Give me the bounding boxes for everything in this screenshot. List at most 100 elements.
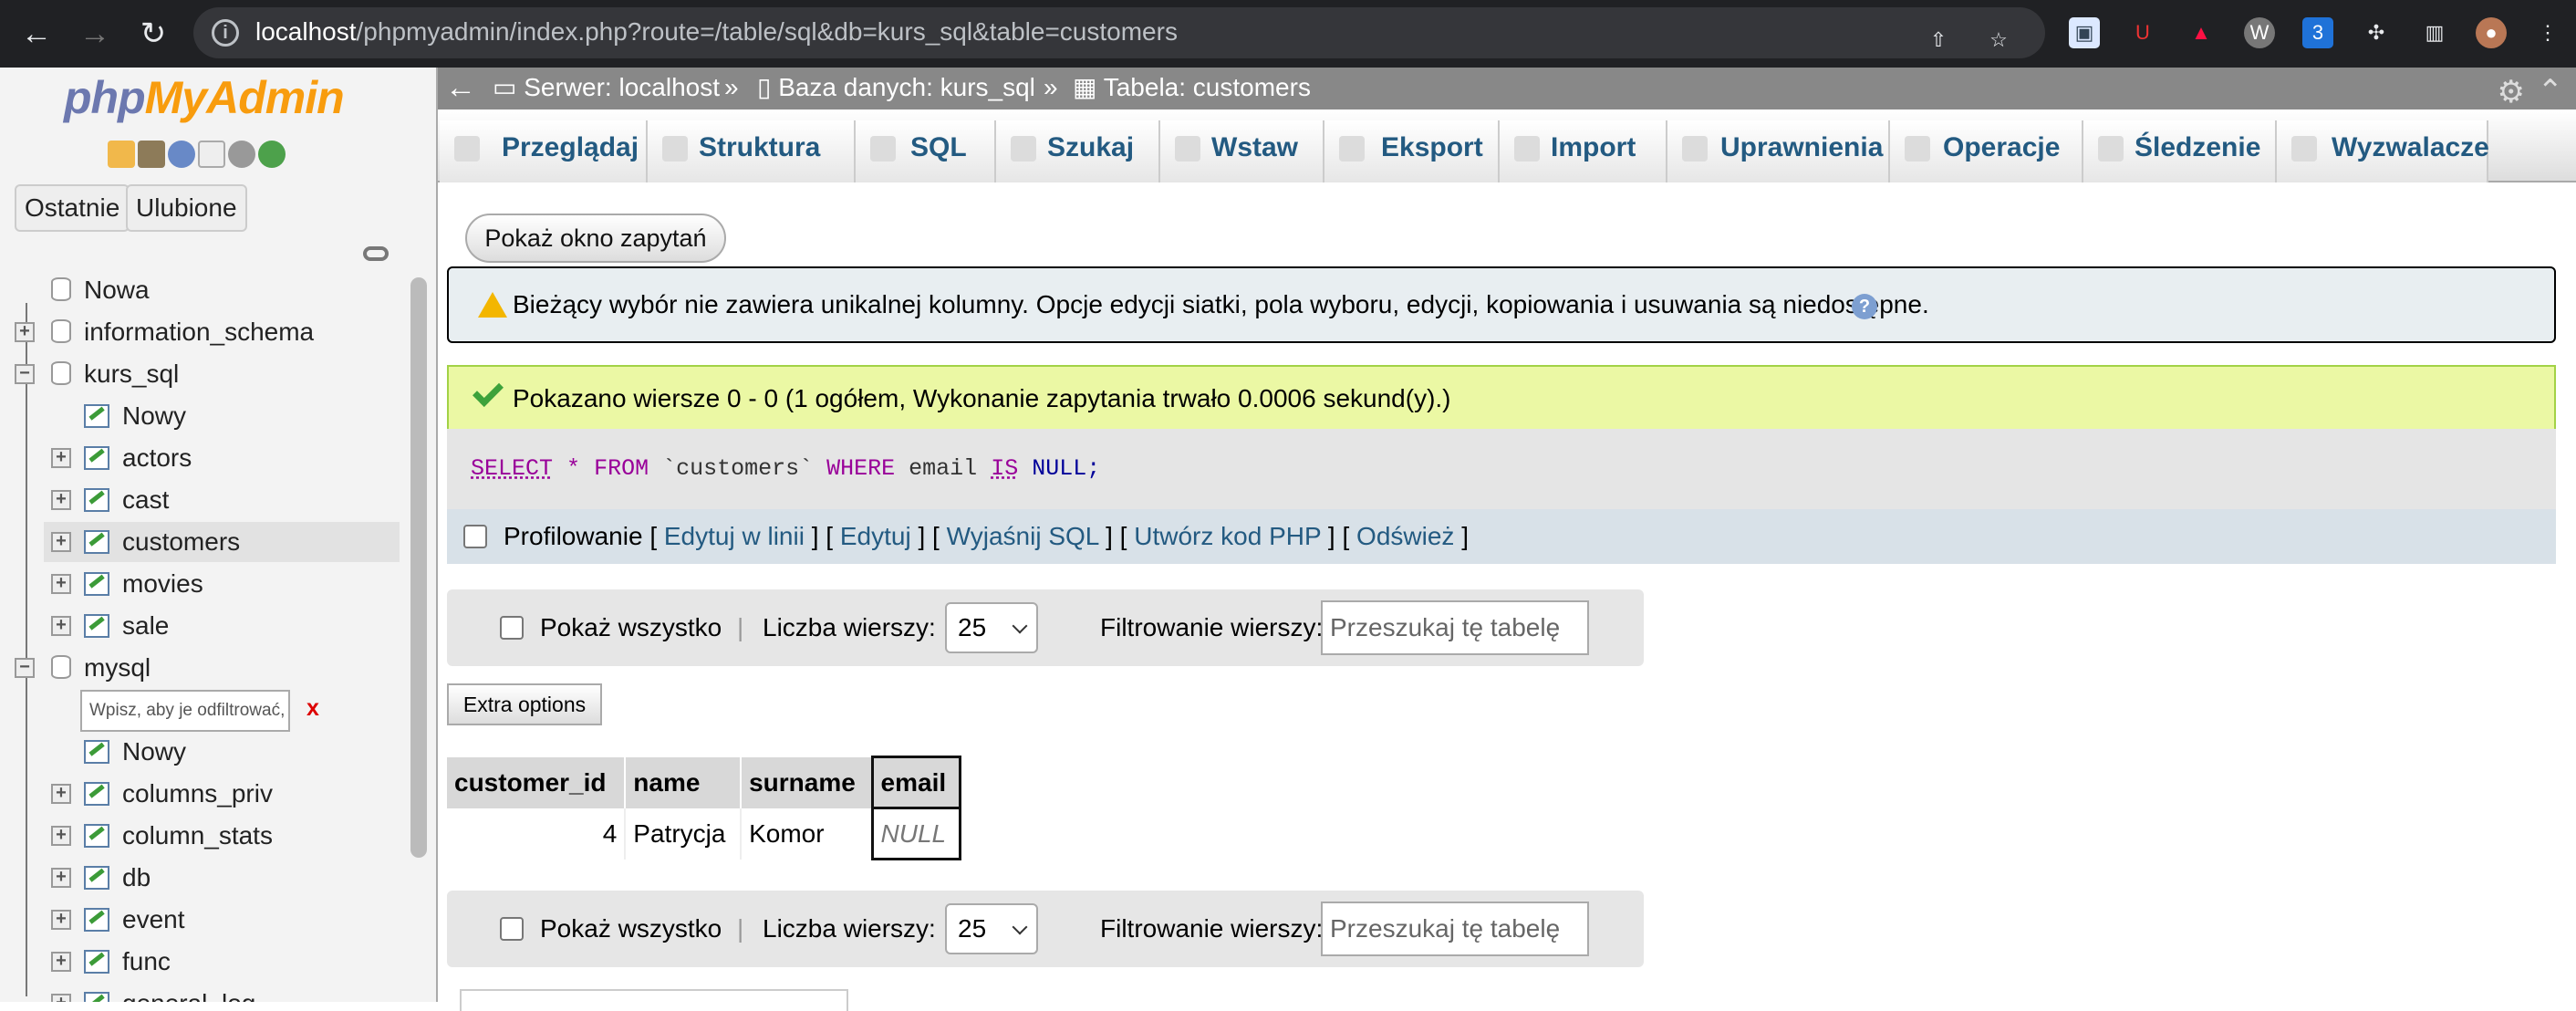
reload-navigation-icon[interactable] (258, 141, 286, 168)
tree-item-new[interactable]: Nowa (0, 270, 429, 310)
tree-item-column-stats[interactable]: + column_stats (0, 816, 429, 856)
tree-item-func[interactable]: + func (0, 942, 429, 982)
url-text[interactable]: localhost/phpmyadmin/index.php?route=/ta… (255, 17, 1178, 47)
link-icon[interactable] (363, 246, 389, 261)
reload-icon[interactable]: ↻ (133, 14, 173, 54)
tab-operations[interactable]: Operacje (1890, 120, 2083, 182)
expand-icon[interactable]: + (51, 952, 71, 972)
extra-options-button[interactable]: Extra options (447, 683, 602, 725)
sql-query-display[interactable]: SELECT * FROM `customers` WHERE email IS… (447, 429, 2556, 509)
css-icon[interactable]: 3 (2302, 17, 2333, 48)
help-icon[interactable]: ? (1852, 294, 1877, 319)
tab-browse[interactable]: Przeglądaj (440, 120, 648, 182)
tree-label: func (122, 947, 171, 975)
collapse-icon[interactable]: − (15, 658, 35, 678)
tree-item-information-schema[interactable]: + information_schema (0, 312, 429, 352)
clear-filter-button[interactable]: x (306, 695, 319, 722)
profile-icon[interactable]: ● (2476, 17, 2507, 48)
tree-item-columns-priv[interactable]: + columns_priv (0, 774, 429, 814)
tree-item-cast[interactable]: + cast (0, 480, 429, 520)
info-icon[interactable]: i (212, 19, 239, 47)
extension-red-icon[interactable]: ▲ (2186, 17, 2217, 48)
expand-icon[interactable]: + (15, 322, 35, 342)
expand-icon[interactable]: + (51, 616, 71, 636)
search-table-input[interactable]: Przeszukaj tę tabelę (1321, 600, 1589, 655)
edit-link[interactable]: Edytuj (840, 522, 911, 550)
tab-export[interactable]: Eksport (1324, 120, 1500, 182)
tree-item-sale[interactable]: + sale (0, 606, 429, 646)
rows-select[interactable]: 25 (945, 602, 1038, 653)
phpmyadmin-logo[interactable]: phpMyAdmin (64, 71, 345, 124)
recent-button[interactable]: Ostatnie (15, 184, 130, 232)
expand-icon[interactable]: + (51, 826, 71, 846)
show-all-checkbox[interactable] (500, 616, 524, 640)
address-bar[interactable]: i localhost/phpmyadmin/index.php?route=/… (193, 7, 2045, 58)
breadcrumb-database[interactable]: ▯ Baza danych: kurs_sql (757, 68, 1035, 108)
tab-insert[interactable]: Wstaw (1160, 120, 1324, 182)
tree-item-actors[interactable]: + actors (0, 438, 429, 478)
refresh-link[interactable]: Odśwież (1356, 522, 1454, 550)
tree-item-general-log[interactable]: + general_log (0, 984, 429, 1002)
tab-triggers[interactable]: Wyzwalacze (2277, 120, 2489, 182)
breadcrumb-table[interactable]: ▦ Tabela: customers (1073, 68, 1311, 108)
tree-item-mysql[interactable]: − mysql (0, 648, 429, 688)
expand-icon[interactable]: + (51, 910, 71, 930)
favorites-button[interactable]: Ulubione (126, 184, 247, 232)
back-icon[interactable]: ← (16, 14, 57, 54)
search-table-input[interactable]: Przeszukaj tę tabelę (1321, 902, 1589, 956)
tree-item-new-table[interactable]: Nowy (0, 396, 429, 436)
column-header[interactable]: customer_id (447, 756, 627, 808)
expand-icon[interactable]: + (51, 574, 71, 594)
rows-select[interactable]: 25 (945, 903, 1038, 954)
minimize-icon[interactable]: ⌃ (2538, 71, 2564, 111)
logout-icon[interactable] (138, 141, 165, 168)
collapse-icon[interactable]: − (15, 364, 35, 384)
settings-icon[interactable]: ⚙ (2498, 72, 2525, 112)
expand-icon[interactable]: + (51, 532, 71, 552)
breadcrumb-server[interactable]: ▭ Serwer: localhost (493, 68, 720, 108)
column-header[interactable]: name (625, 756, 743, 808)
home-icon[interactable] (108, 141, 135, 168)
bookmark-icon[interactable]: ☆ (1983, 25, 2014, 56)
expand-icon[interactable]: + (51, 994, 71, 1002)
expand-icon[interactable]: + (51, 784, 71, 804)
edit-inline-link[interactable]: Edytuj w linii (664, 522, 805, 550)
table-filter-input[interactable]: Wpisz, aby je odfiltrować, (80, 690, 290, 732)
collapse-sidebar-icon[interactable]: ← (445, 68, 476, 108)
profiling-checkbox[interactable] (463, 525, 487, 548)
settings-icon[interactable] (228, 141, 255, 168)
tree-item-db[interactable]: + db (0, 858, 429, 898)
extension-icon[interactable]: ▣ (2069, 17, 2100, 48)
tab-sql[interactable]: SQL (856, 120, 996, 182)
expand-icon[interactable]: + (51, 868, 71, 888)
tree-item-event[interactable]: + event (0, 900, 429, 940)
tree-label: actors (122, 443, 192, 472)
tree-item-kurs-sql[interactable]: − kurs_sql (0, 354, 429, 394)
tree-item-movies[interactable]: + movies (0, 564, 429, 604)
menu-icon[interactable]: ⋮ (2532, 17, 2563, 48)
show-query-window-button[interactable]: Pokaż okno zapytań (465, 214, 726, 263)
expand-icon[interactable]: + (51, 490, 71, 510)
tab-import[interactable]: Import (1500, 120, 1667, 182)
share-icon[interactable]: ⇧ (1923, 25, 1954, 56)
magnet-icon[interactable]: U (2127, 17, 2158, 48)
column-header[interactable]: surname (741, 756, 874, 808)
docs-icon[interactable] (198, 141, 225, 168)
sidebar-scrollbar[interactable] (410, 277, 427, 858)
explain-sql-link[interactable]: Wyjaśnij SQL (947, 522, 1099, 550)
tab-privileges[interactable]: Uprawnienia (1667, 120, 1890, 182)
tab-structure[interactable]: Struktura (648, 120, 856, 182)
show-all-checkbox[interactable] (500, 917, 524, 941)
sidebar-icon[interactable]: ▥ (2419, 17, 2450, 48)
expand-icon[interactable]: + (51, 448, 71, 468)
puzzle-icon[interactable]: ✣ (2361, 17, 2392, 48)
wordpress-icon[interactable]: W (2244, 17, 2275, 48)
forward-icon[interactable]: → (75, 14, 115, 54)
tab-search[interactable]: Szukaj (996, 120, 1160, 182)
create-php-code-link[interactable]: Utwórz kod PHP (1134, 522, 1321, 550)
tree-item-new-table-mysql[interactable]: Nowy (0, 732, 429, 772)
tab-tracking[interactable]: Śledzenie (2083, 120, 2277, 182)
help-icon[interactable] (168, 141, 195, 168)
tree-item-customers[interactable]: + customers (44, 522, 400, 562)
column-header[interactable]: email (870, 756, 962, 808)
